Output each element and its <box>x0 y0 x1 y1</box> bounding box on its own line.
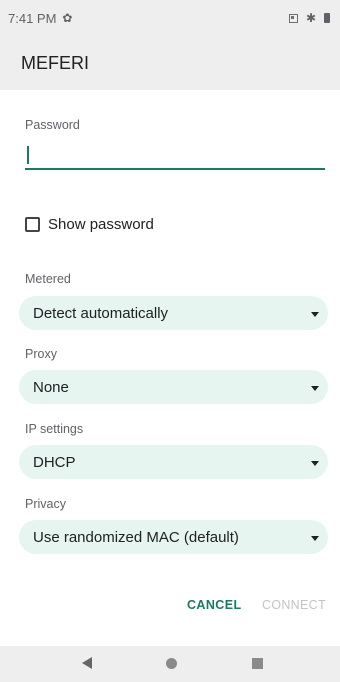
metered-value: Detect automatically <box>33 304 169 322</box>
ip-settings-label: IP settings <box>25 422 84 436</box>
recents-icon[interactable] <box>252 658 263 669</box>
chevron-down-icon <box>311 461 319 466</box>
privacy-dropdown[interactable]: Use randomized MAC (default) <box>19 520 328 554</box>
ip-settings-value: DHCP <box>33 453 76 471</box>
connect-button[interactable]: CONNECT <box>262 598 326 612</box>
home-icon[interactable] <box>166 658 177 669</box>
status-time: 7:41 PM <box>8 10 57 26</box>
metered-label: Metered <box>25 272 71 286</box>
password-label: Password <box>25 118 80 132</box>
dialog-title: MEFERI <box>21 52 90 73</box>
dialog-body: Password Show password Metered Detect au… <box>0 90 340 646</box>
proxy-dropdown[interactable]: None <box>19 370 328 404</box>
privacy-value: Use randomized MAC (default) <box>33 528 239 546</box>
chevron-down-icon <box>311 312 319 317</box>
status-right: ✱ <box>288 11 330 25</box>
status-bar: 7:41 PM ✿ ✱ <box>0 0 340 36</box>
chevron-down-icon <box>311 386 319 391</box>
password-input[interactable] <box>25 140 325 170</box>
battery-icon <box>324 13 330 23</box>
bluetooth-icon: ✱ <box>305 11 316 25</box>
sim-icon <box>288 13 298 23</box>
back-icon[interactable] <box>82 657 92 669</box>
nav-bar <box>0 646 340 682</box>
chevron-down-icon <box>311 536 319 541</box>
show-password-checkbox[interactable] <box>25 217 40 232</box>
cancel-button[interactable]: CANCEL <box>187 598 241 612</box>
gear-icon: ✿ <box>62 11 73 25</box>
show-password-label: Show password <box>48 216 154 233</box>
ip-settings-dropdown[interactable]: DHCP <box>19 445 328 479</box>
proxy-value: None <box>33 378 69 396</box>
text-cursor <box>27 146 29 164</box>
show-password-row[interactable]: Show password <box>25 216 154 233</box>
status-left: 7:41 PM ✿ <box>8 11 72 26</box>
proxy-label: Proxy <box>25 347 57 361</box>
dialog-actions: CANCEL CONNECT <box>0 598 340 622</box>
privacy-label: Privacy <box>25 497 66 511</box>
metered-dropdown[interactable]: Detect automatically <box>19 296 328 330</box>
dialog-header: MEFERI <box>0 36 340 90</box>
